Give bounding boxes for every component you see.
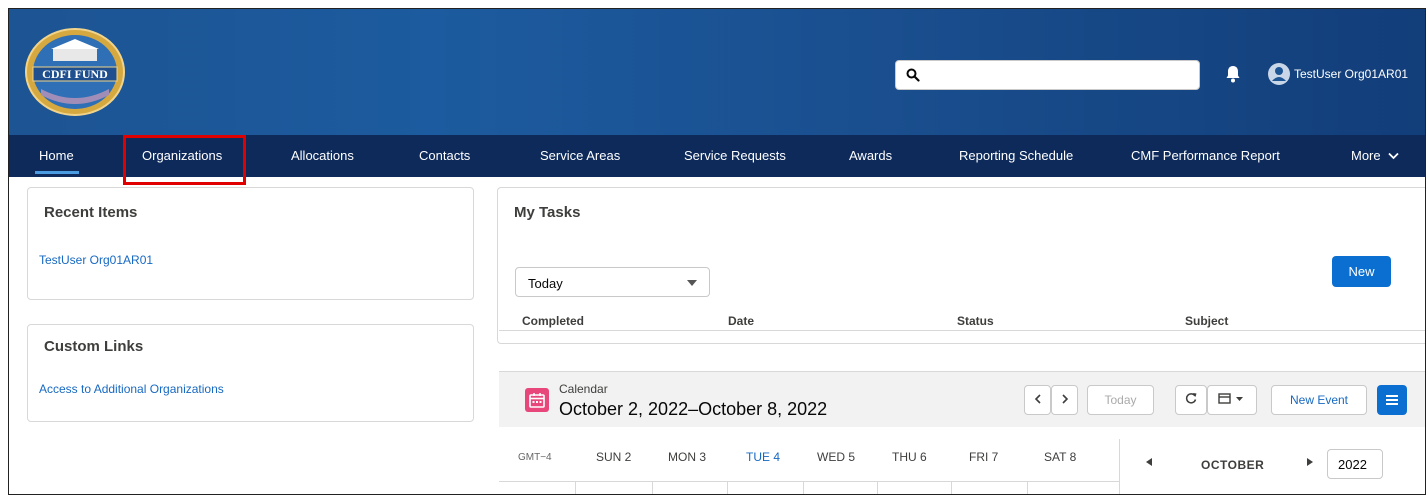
calendar-label: Calendar: [559, 382, 608, 396]
dropdown-arrow-icon: [687, 280, 697, 286]
recent-item-link[interactable]: TestUser Org01AR01: [39, 253, 153, 267]
global-header: CDFI FUND TestUser Org01AR01: [9, 9, 1425, 135]
calendar-view-icon: [1218, 393, 1243, 404]
column-header-completed[interactable]: Completed: [522, 314, 584, 328]
search-icon: [906, 68, 920, 82]
chevron-left-icon: [1034, 394, 1041, 404]
nav-item-reporting-schedule[interactable]: Reporting Schedule: [959, 148, 1073, 163]
menu-line: [1386, 395, 1398, 397]
nav-item-awards[interactable]: Awards: [849, 148, 892, 163]
calendar-grid-line: [727, 482, 728, 494]
svg-text:CDFI FUND: CDFI FUND: [42, 67, 108, 81]
next-week-button[interactable]: [1051, 385, 1078, 415]
nav-item-service-areas[interactable]: Service Areas: [540, 148, 620, 163]
chevron-right-icon: [1061, 394, 1068, 404]
calendar-grid-line: [499, 481, 1119, 482]
nav-more-label: More: [1351, 148, 1381, 163]
today-button[interactable]: Today: [1087, 385, 1154, 415]
notifications-bell-icon[interactable]: [1225, 65, 1241, 83]
cdfi-fund-logo[interactable]: CDFI FUND: [23, 27, 127, 117]
nav-item-allocations[interactable]: Allocations: [291, 148, 354, 163]
calendar-grid-line: [652, 482, 653, 494]
calendar-list-menu-button[interactable]: [1377, 385, 1407, 415]
calendar-grid-line: [1027, 482, 1028, 494]
previous-month-icon[interactable]: [1146, 458, 1152, 466]
organizations-highlight-box: [123, 135, 246, 185]
user-name[interactable]: TestUser Org01AR01: [1294, 67, 1408, 81]
calendar-date-range: October 2, 2022–October 8, 2022: [559, 399, 828, 419]
new-event-button[interactable]: New Event: [1271, 385, 1367, 415]
custom-link-additional-organizations[interactable]: Access to Additional Organizations: [39, 382, 224, 396]
day-header-tue: TUE 4: [746, 450, 781, 464]
next-month-icon[interactable]: [1307, 458, 1313, 466]
day-header-mon: MON 3: [668, 450, 707, 464]
day-header-thu: THU 6: [892, 450, 927, 464]
custom-links-title: Custom Links: [44, 338, 144, 355]
day-header-fri: FRI 7: [969, 450, 999, 464]
menu-line: [1386, 399, 1398, 401]
my-tasks-title: My Tasks: [514, 204, 581, 221]
nav-item-home[interactable]: Home: [39, 148, 74, 163]
nav-item-contacts[interactable]: Contacts: [419, 148, 470, 163]
mini-calendar-year-select[interactable]: 2022: [1327, 449, 1383, 479]
calendar-grid-line: [803, 482, 804, 494]
menu-line: [1386, 403, 1398, 405]
refresh-icon: [1185, 393, 1197, 404]
calendar-grid-line: [575, 482, 576, 494]
calendar-icon: [525, 388, 549, 412]
previous-week-button[interactable]: [1024, 385, 1051, 415]
mini-calendar-month: OCTOBER: [1201, 458, 1265, 472]
day-header-sun: SUN 2: [596, 450, 632, 464]
calendar-view-menu-button[interactable]: [1207, 385, 1257, 415]
table-divider: [499, 330, 1425, 331]
column-header-date[interactable]: Date: [728, 314, 754, 328]
app-frame: CDFI FUND TestUser Org01AR01 Home Organi…: [8, 8, 1426, 495]
recent-items-title: Recent Items: [44, 204, 138, 221]
global-search-input[interactable]: [895, 60, 1200, 90]
active-tab-indicator: [35, 171, 79, 174]
day-header-wed: WED 5: [817, 450, 856, 464]
tasks-filter-select[interactable]: Today: [515, 267, 710, 297]
nav-item-cmf-performance-report[interactable]: CMF Performance Report: [1131, 148, 1280, 163]
day-header-sat: SAT 8: [1044, 450, 1077, 464]
chevron-down-icon: [1388, 152, 1399, 160]
tasks-filter-value: Today: [528, 276, 563, 291]
calendar-grid-line: [951, 482, 952, 494]
new-task-button[interactable]: New: [1332, 256, 1391, 287]
timezone-label: GMT−4: [518, 452, 552, 463]
nav-item-more[interactable]: More: [1351, 148, 1399, 163]
user-icon: [1272, 67, 1286, 81]
column-header-subject[interactable]: Subject: [1185, 314, 1228, 328]
user-avatar[interactable]: [1268, 63, 1290, 85]
nav-item-service-requests[interactable]: Service Requests: [684, 148, 786, 163]
column-header-status[interactable]: Status: [957, 314, 994, 328]
calendar-grid-line: [877, 482, 878, 494]
refresh-button[interactable]: [1175, 385, 1207, 415]
mini-calendar-divider: [1119, 439, 1120, 494]
